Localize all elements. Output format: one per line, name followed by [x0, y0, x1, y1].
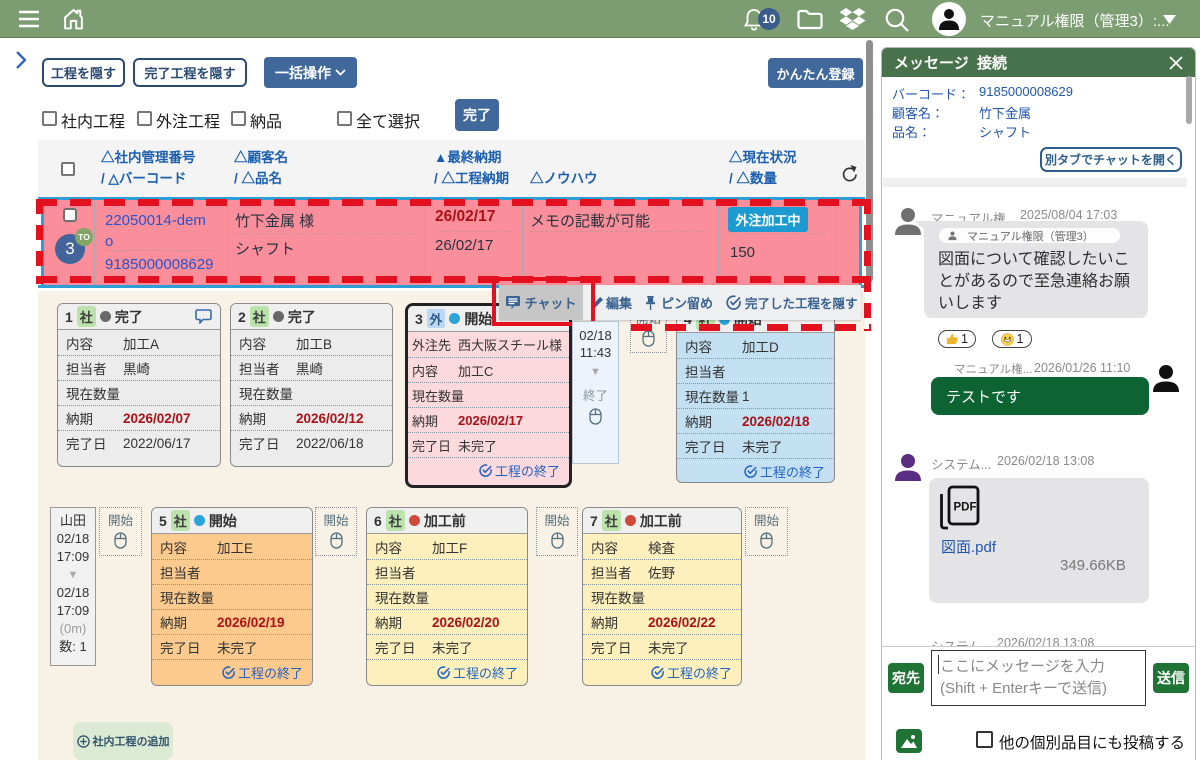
- svg-text:PDF: PDF: [954, 502, 977, 514]
